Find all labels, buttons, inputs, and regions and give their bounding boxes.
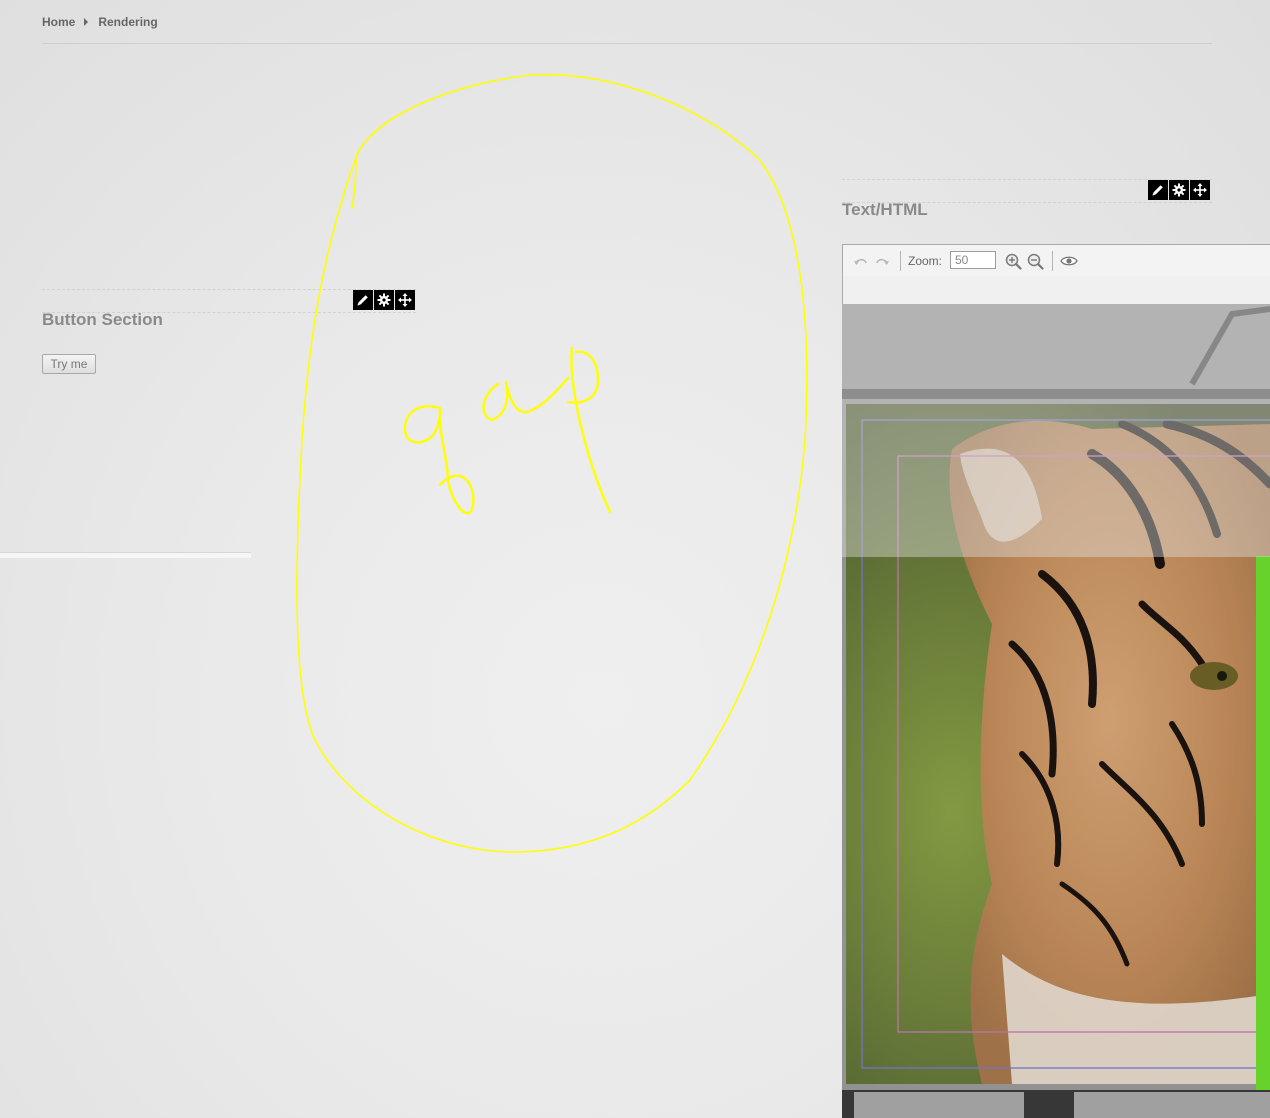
text-html-controls [1148, 180, 1210, 200]
content-overlay [842, 557, 1270, 1118]
try-me-button[interactable]: Try me [42, 354, 96, 374]
image-editor-toolbar: Zoom: [842, 244, 1270, 278]
handwritten-gap-text [403, 346, 612, 515]
button-section-title: Button Section [42, 310, 163, 329]
breadcrumb-current[interactable]: Rendering [98, 15, 157, 29]
chevron-right-icon [84, 17, 89, 26]
zoom-input[interactable] [950, 251, 996, 269]
move-icon[interactable] [395, 290, 415, 310]
text-html-section-title: Text/HTML [842, 200, 928, 219]
editor-subtoolbar [842, 276, 1270, 305]
zoom-label: Zoom: [908, 254, 943, 268]
eye-icon[interactable] [1060, 245, 1078, 277]
undo-icon[interactable] [853, 245, 869, 277]
gear-icon[interactable] [374, 290, 394, 310]
panel-edge [0, 552, 251, 558]
image-canvas[interactable] [842, 304, 1270, 1118]
toolbar-divider [900, 251, 901, 271]
pencil-icon[interactable] [353, 290, 373, 310]
breadcrumb-home-link[interactable]: Home [42, 15, 75, 29]
zoom-out-icon[interactable] [1027, 245, 1044, 277]
redo-icon[interactable] [874, 245, 890, 277]
zoom-in-icon[interactable] [1005, 245, 1022, 277]
move-icon[interactable] [1190, 180, 1210, 200]
gear-icon[interactable] [1169, 180, 1189, 200]
breadcrumb: Home Rendering [42, 14, 158, 29]
pencil-icon[interactable] [1148, 180, 1168, 200]
toolbar-divider [1052, 251, 1053, 271]
breadcrumb-divider [42, 43, 1212, 44]
top-shade-overlay [842, 304, 1270, 557]
button-section-controls [353, 290, 415, 310]
